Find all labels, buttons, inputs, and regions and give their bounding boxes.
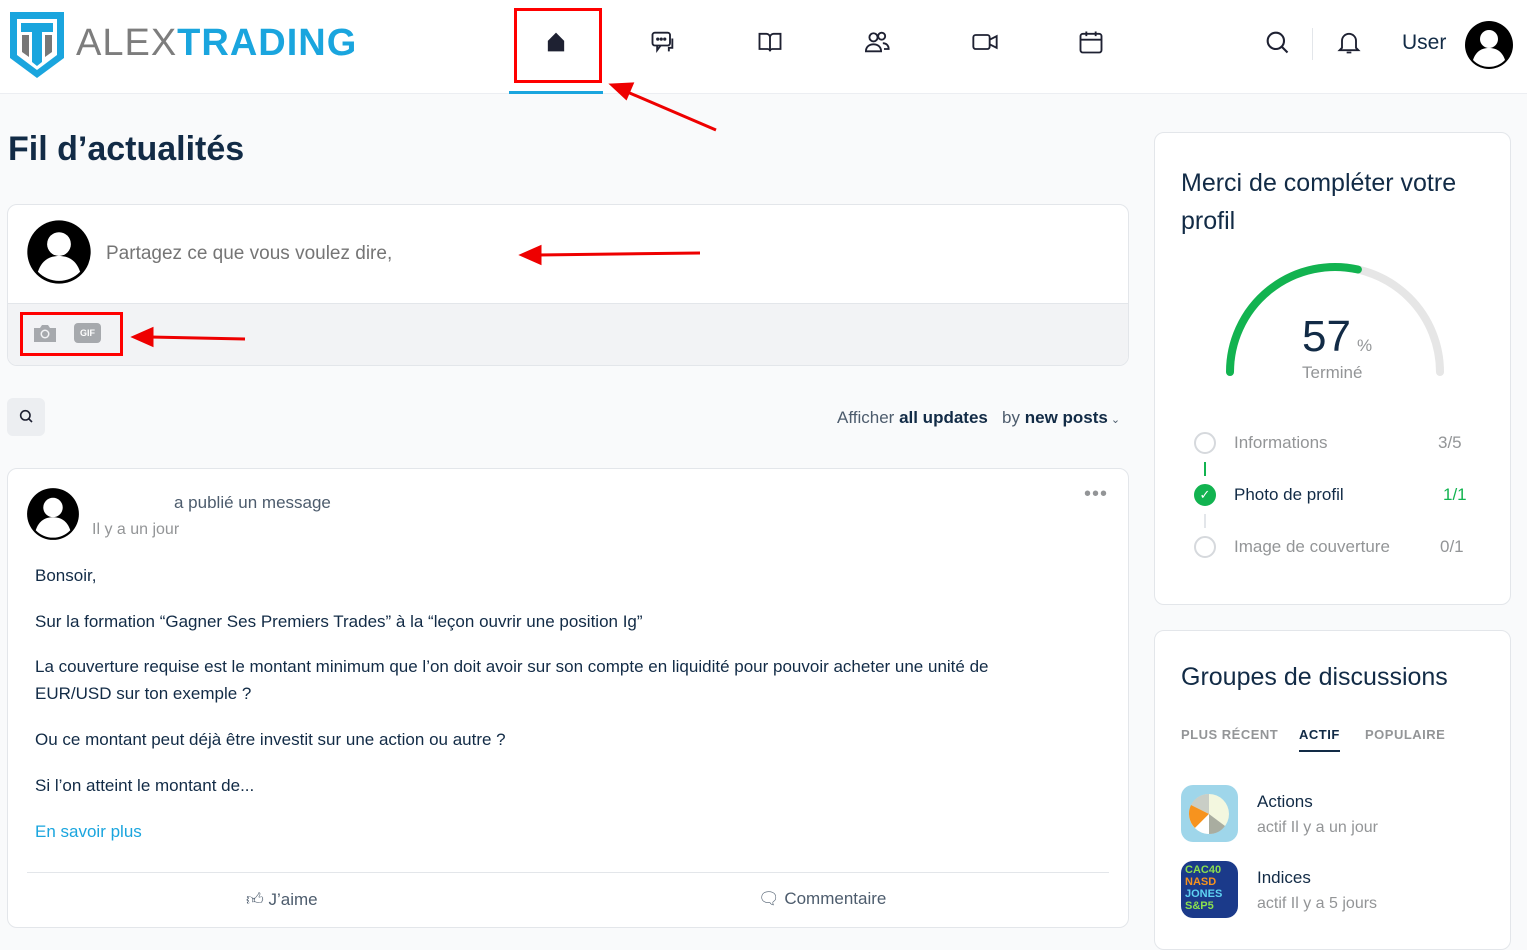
composer-toolbar: GIF	[8, 303, 1128, 365]
brand-name[interactable]: ALEXTRADING	[76, 22, 357, 65]
post-action: a publié un message	[174, 493, 331, 512]
feed-filter[interactable]: Afficher all updates by new posts ⌄	[837, 408, 1120, 428]
tab-recent[interactable]: PLUS RÉCENT	[1181, 727, 1278, 742]
logo-icon[interactable]	[8, 10, 66, 80]
user-name[interactable]: User	[1402, 31, 1446, 55]
chat-icon	[651, 31, 674, 53]
step-count: 3/5	[1438, 433, 1462, 452]
group-avatar-actions[interactable]	[1181, 785, 1238, 842]
step-label[interactable]: Photo de profil	[1234, 485, 1344, 505]
nav-members[interactable]	[863, 28, 893, 58]
profile-widget-title: Merci de compléter votre profil	[1181, 169, 1457, 235]
divider	[1312, 28, 1313, 60]
group-avatar-indices[interactable]: CAC40 NASD JONES S&P5	[1181, 861, 1238, 918]
feed-search-button[interactable]	[7, 398, 45, 436]
annotation-box	[514, 8, 602, 83]
more-options-icon[interactable]: •••	[1084, 483, 1108, 506]
check-icon: ✓	[1194, 484, 1216, 506]
search-button[interactable]	[1263, 28, 1293, 58]
active-tab-indicator	[509, 91, 603, 94]
like-button[interactable]: 👍︎ J’aime	[246, 889, 318, 910]
read-more-link[interactable]: En savoir plus	[35, 822, 142, 842]
nav-messages[interactable]	[649, 28, 679, 58]
step-count: 0/1	[1440, 537, 1464, 556]
post-time[interactable]: Il y a un jour	[92, 521, 179, 539]
bell-icon	[1337, 32, 1361, 54]
group-name[interactable]: Indices	[1257, 868, 1311, 888]
post-text: Bonsoir,	[35, 566, 97, 585]
post-text: La couverture requise est le montant min…	[35, 657, 989, 676]
nav-courses[interactable]	[756, 28, 786, 58]
post-text: Ou ce montant peut déjà être investit su…	[35, 730, 506, 749]
tab-active[interactable]: ACTIF	[1299, 727, 1340, 752]
tab-popular[interactable]: POPULAIRE	[1365, 727, 1445, 742]
composer-input[interactable]	[106, 239, 1006, 269]
step-connector	[1204, 514, 1206, 528]
post-author-avatar[interactable]	[26, 487, 80, 541]
nav-calendar[interactable]	[1077, 28, 1107, 58]
completion-status: Terminé	[1302, 363, 1363, 382]
completion-percent: 57%	[1302, 312, 1373, 361]
top-header: ALEXTRADING User	[0, 0, 1527, 94]
step-circle-icon	[1194, 432, 1216, 454]
search-icon	[1266, 31, 1289, 54]
post-text: EUR/USD sur ton exemple ?	[35, 684, 252, 703]
step-label[interactable]: Image de couverture	[1234, 537, 1390, 557]
step-count: 1/1	[1443, 485, 1467, 504]
thumbs-up-icon: 👍︎	[246, 890, 264, 909]
search-icon	[19, 409, 33, 423]
post-text: Sur la formation “Gagner Ses Premiers Tr…	[35, 612, 643, 631]
book-icon	[758, 32, 782, 52]
notifications-button[interactable]	[1335, 28, 1365, 58]
groups-title: Groupes de discussions	[1181, 663, 1448, 691]
user-avatar[interactable]	[1464, 20, 1514, 70]
users-icon	[864, 31, 890, 53]
post-text: Si l’on atteint le montant de...	[35, 776, 255, 795]
nav-video[interactable]	[971, 28, 1001, 58]
chevron-down-icon: ⌄	[1107, 414, 1121, 426]
comment-button[interactable]: 🗨︎ Commentaire	[758, 889, 886, 909]
step-circle-icon	[1194, 536, 1216, 558]
post-composer: GIF	[7, 204, 1129, 366]
group-activity: actif Il y a 5 jours	[1257, 895, 1378, 912]
video-icon	[972, 34, 998, 50]
page-title: Fil d’actualités	[8, 130, 245, 168]
calendar-icon	[1079, 31, 1103, 54]
feed-post: a publié un message Il y a un jour ••• B…	[7, 468, 1129, 928]
step-label[interactable]: Informations	[1234, 433, 1328, 453]
divider	[27, 872, 1109, 873]
annotation-box	[20, 312, 123, 356]
comment-icon: 🗨︎	[758, 889, 780, 908]
composer-avatar	[27, 220, 91, 284]
group-activity: actif Il y a un jour	[1257, 819, 1378, 836]
group-name[interactable]: Actions	[1257, 792, 1313, 812]
step-connector	[1204, 462, 1206, 476]
